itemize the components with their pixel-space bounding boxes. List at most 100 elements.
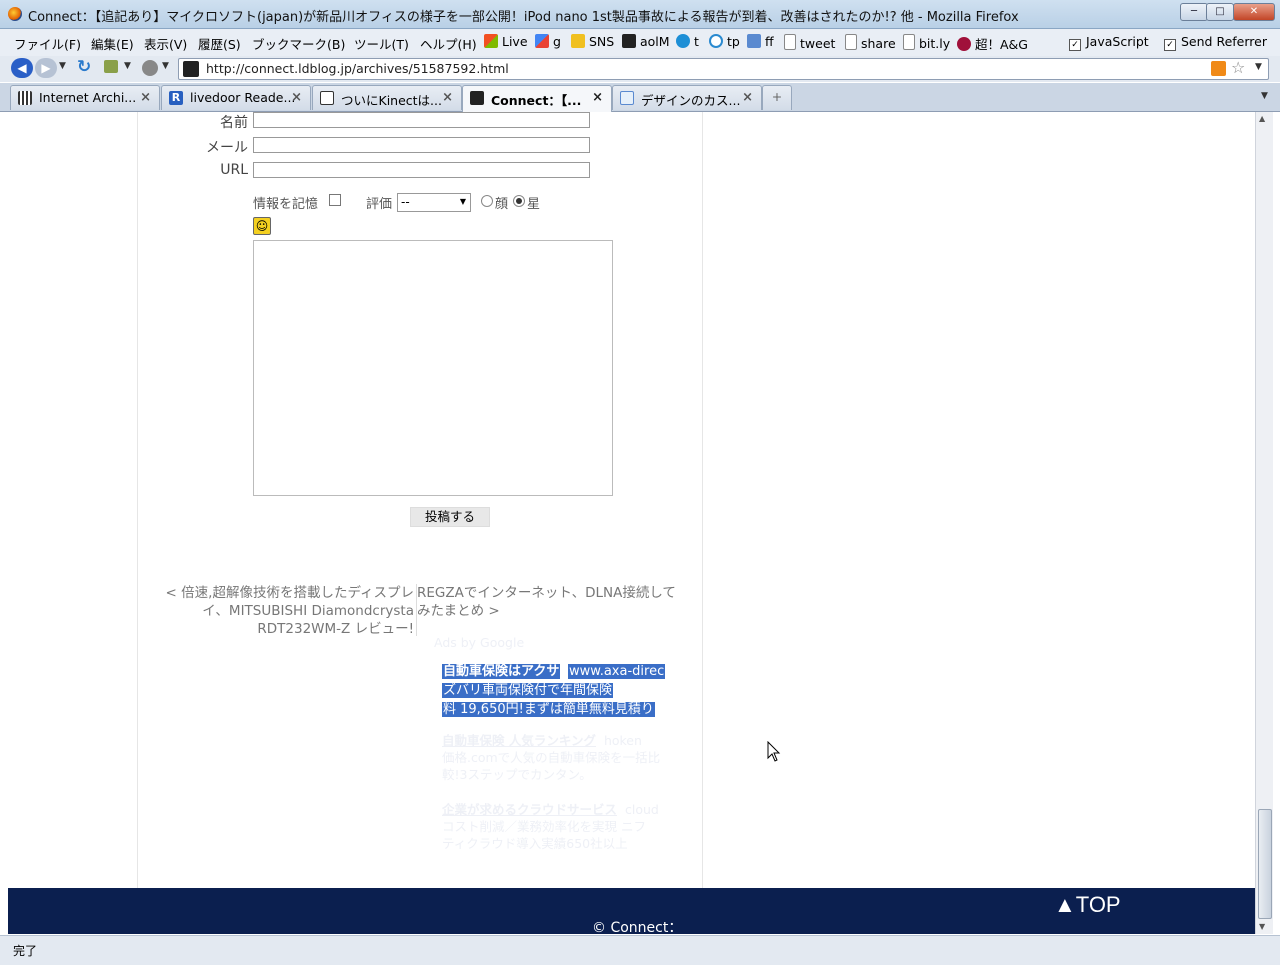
rss-feed-icon[interactable] (1211, 61, 1226, 76)
menu-edit[interactable]: 編集(E) (91, 34, 134, 53)
status-text: 完了 (13, 944, 38, 958)
reader-icon: R (169, 91, 183, 105)
menu-help[interactable]: ヘルプ(H) (420, 34, 477, 53)
archive-icon (18, 91, 32, 105)
mail-label: メール (206, 140, 248, 156)
bookmark-tweet[interactable]: tweet (784, 34, 835, 51)
menu-view[interactable]: 表示(V) (144, 34, 187, 53)
send-referrer-toggle[interactable]: ✓ Send Referrer (1164, 34, 1267, 51)
radio-face[interactable] (481, 195, 493, 207)
bookmark-aolm[interactable]: aolM (622, 34, 670, 49)
tab-close-icon[interactable]: × (140, 90, 151, 105)
ads-by-google-label: Ads by Google (434, 635, 525, 650)
name-label: 名前 (220, 115, 248, 131)
vertical-scrollbar[interactable]: ▲ ▼ (1255, 112, 1273, 934)
scroll-down-arrow-icon[interactable]: ▼ (1259, 922, 1265, 931)
bookmark-tp[interactable]: tp (709, 34, 740, 49)
home-dropdown-icon[interactable]: ▼ (124, 61, 131, 71)
submit-button[interactable]: 投稿する (410, 507, 490, 527)
prev-article-link[interactable]: < 倍速,超解像技術を搭載したディスプレイ、MITSUBISHI Diamond… (158, 584, 414, 638)
comment-textarea[interactable] (253, 240, 613, 496)
bookmark-star-icon[interactable]: ☆ (1231, 58, 1245, 77)
globe-icon[interactable] (142, 60, 158, 76)
back-to-top-link[interactable]: ▲TOP (1054, 892, 1121, 918)
tab-kinect[interactable]: ついにKinectは... × (312, 85, 462, 110)
bookmark-bitly[interactable]: bit.ly (903, 34, 950, 51)
tab-close-icon[interactable]: × (742, 90, 753, 105)
design-icon (620, 91, 634, 105)
bookmark-t[interactable]: t (676, 34, 699, 49)
radio-station-icon (957, 37, 971, 51)
ad-block-1[interactable]: 自動車保険はアクサ www.axa-direc ズバリ車両保険付で年間保険 料 … (442, 662, 682, 719)
forward-button[interactable]: ▶ (35, 58, 57, 78)
radio-face-label: 顔 (495, 197, 509, 212)
page-icon (903, 34, 915, 50)
rating-select[interactable]: -- ▼ (397, 193, 471, 212)
twitter-icon (676, 34, 690, 48)
tab-list-dropdown-icon[interactable]: ▼ (1261, 91, 1268, 101)
ad3-title[interactable]: 企業が求めるクラウドサービス (442, 802, 617, 817)
page-footer: ▲TOP © Connect： (8, 888, 1255, 936)
rating-label: 評価 (366, 197, 393, 212)
tab-close-icon[interactable]: × (291, 90, 302, 105)
tab-close-icon[interactable]: × (592, 90, 603, 105)
back-button[interactable]: ◀ (11, 58, 33, 78)
bookmark-chou-ag[interactable]: 超！A&G (957, 34, 1028, 53)
bookmark-sns[interactable]: SNS (571, 34, 614, 49)
url-bar[interactable]: http://connect.ldblog.jp/archives/515875… (178, 58, 1269, 80)
page-icon (784, 34, 796, 50)
ad2-url[interactable]: hoken (604, 733, 642, 748)
minimize-button[interactable]: ─ (1180, 3, 1208, 21)
ad-block-2[interactable]: 自動車保険 人気ランキング hoken 価格.comで人気の自動車保険を一括比 … (442, 732, 678, 783)
javascript-toggle[interactable]: ✓ JavaScript (1069, 34, 1149, 51)
next-article-link[interactable]: REGZAでインターネット、DLNA接続してみたまとめ > (417, 584, 679, 620)
ad2-title[interactable]: 自動車保険 人気ランキング (442, 733, 596, 748)
status-bar: 完了 (0, 935, 1280, 965)
bookmark-live[interactable]: Live (484, 34, 528, 49)
blade-icon (320, 91, 334, 105)
new-tab-button[interactable]: + (762, 85, 792, 110)
scrollbar-thumb[interactable] (1258, 809, 1272, 919)
menu-file[interactable]: ファイル(F) (14, 34, 81, 53)
emoticon-icon[interactable]: ☺ (253, 217, 271, 235)
url-dropdown-icon[interactable]: ▼ (1255, 62, 1262, 72)
google-icon (535, 34, 549, 48)
ad1-url[interactable]: www.axa-direc (568, 664, 666, 679)
tab-internet-archive[interactable]: Internet Archi... × (10, 85, 160, 110)
close-button[interactable]: ✕ (1233, 3, 1275, 21)
tab-close-icon[interactable]: × (442, 90, 453, 105)
scroll-up-arrow-icon[interactable]: ▲ (1259, 114, 1265, 123)
tab-livedoor-reader[interactable]: R livedoor Reade... × (161, 85, 311, 110)
globe-dropdown-icon[interactable]: ▼ (162, 61, 169, 71)
url-input[interactable] (253, 162, 590, 178)
bookmark-share[interactable]: share (845, 34, 896, 51)
site-favicon-icon (183, 61, 199, 77)
bookmark-g[interactable]: g (535, 34, 561, 49)
ad3-line2: ティクラウド導入実績650社以上 (442, 836, 628, 851)
url-label: URL (220, 162, 248, 178)
url-text[interactable]: http://connect.ldblog.jp/archives/515875… (206, 61, 509, 76)
friendfeed-icon (747, 34, 761, 48)
ad3-url[interactable]: cloud (625, 802, 659, 817)
home-icon[interactable] (104, 60, 118, 73)
aol-icon (622, 34, 636, 48)
remember-info-checkbox[interactable] (329, 194, 341, 206)
bookmark-ff[interactable]: ff (747, 34, 774, 49)
firefox-icon (8, 7, 22, 21)
maximize-button[interactable]: □ (1206, 3, 1234, 21)
history-dropdown-icon[interactable]: ▼ (59, 61, 66, 71)
tab-connect[interactable]: Connect：【... × (462, 85, 612, 112)
name-input[interactable] (253, 112, 590, 128)
page-content: 名前 メール URL 情報を記憶 評価 -- ▼ 顔 星 ☺ 投稿する < 倍速… (8, 112, 1255, 888)
menu-history[interactable]: 履歴(S) (198, 34, 241, 53)
mail-input[interactable] (253, 137, 590, 153)
tab-design-customize[interactable]: デザインのカス... × (612, 85, 762, 110)
menu-bookmarks[interactable]: ブックマーク(B) (252, 34, 345, 53)
radio-star[interactable] (513, 195, 525, 207)
ad1-title[interactable]: 自動車保険はアクサ (442, 664, 561, 679)
page-icon (845, 34, 857, 50)
ad-block-3[interactable]: 企業が求めるクラウドサービス cloud コスト削減／業務効率化を実現 ニフ テ… (442, 801, 678, 852)
menu-tools[interactable]: ツール(T) (354, 34, 409, 53)
reload-icon[interactable]: ↻ (77, 57, 91, 77)
window-titlebar: Connect：【追記あり】マイクロソフト(japan)が新品川オフィスの様子を… (0, 0, 1280, 29)
